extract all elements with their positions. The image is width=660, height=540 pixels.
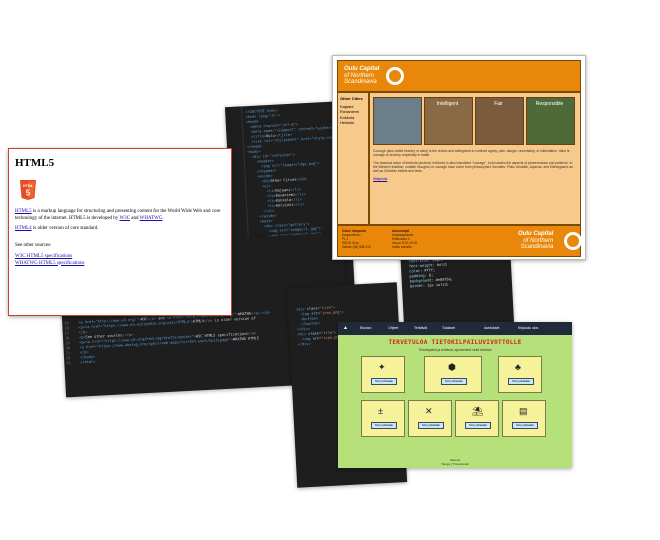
page-subtitle: Tietokilpailut ja tehtäviä, ajanvietteet… — [418, 348, 492, 352]
oulu-website: Oulu Capital of Northern Scandinavia Oth… — [332, 55, 586, 260]
line-number: 23 — [66, 361, 71, 366]
photo-caption: Intelligent — [436, 101, 459, 107]
html5-link[interactable]: HTML5 — [15, 209, 32, 214]
html5-logo-icon: HTML 5 — [20, 180, 36, 200]
site-footer: Oulun kaupunki Kaupunkisuu PL 1 90015 Ou… — [337, 225, 582, 257]
photo-cat — [373, 97, 422, 145]
task-tile[interactable]: ± Siirry tehtävään — [361, 400, 405, 437]
photo-caption: Fair — [494, 101, 503, 107]
svg-text:HTML: HTML — [23, 184, 34, 188]
go-to-task-button[interactable]: Siirry tehtävään — [441, 378, 467, 385]
intro-paragraph: HTML5 is a markup language for structuri… — [15, 209, 221, 221]
footer-logo-text: Oulu Capital of Northern Scandinavia — [518, 231, 554, 250]
photo-caption: Responsible — [535, 101, 564, 107]
site-footer: Hakuna Tietoja | Yhteystiedot — [441, 458, 469, 466]
html4-link[interactable]: HTML4 — [15, 226, 32, 231]
task-tile[interactable]: ✕ Siirry tehtävään — [408, 400, 452, 437]
quiz-website: ▲ Etusivu Ohjeet Tehtävät Tulokset Asetu… — [338, 322, 572, 468]
star-icon: ✦ — [378, 362, 386, 372]
page-title: HTML5 — [15, 157, 55, 169]
sidebar-item-helsinki[interactable]: Helsinki — [340, 120, 368, 126]
go-to-task-button[interactable]: Siirry tehtävään — [465, 422, 491, 429]
nav-item-results[interactable]: Tulokset — [442, 326, 455, 330]
whatwg-spec-link[interactable]: WHATWG HTML5 specifications — [15, 261, 84, 266]
go-to-task-button[interactable]: Siirry tehtävään — [371, 378, 397, 385]
nav-item-instructions[interactable]: Ohjeet — [388, 326, 398, 330]
go-to-task-button[interactable]: Siirry tehtävään — [512, 422, 538, 429]
multiply-icon: ✕ — [425, 406, 433, 416]
footer-hours: Aukioloajat Asiakaspalvelu Kirkkokatu 2 … — [392, 229, 418, 249]
main-content: Intelligent Fair Responsible Courage (al… — [369, 92, 581, 225]
task-tile[interactable]: ▤ Siirry tehtävään — [502, 400, 546, 437]
nav-item-settings[interactable]: Asetukset — [484, 326, 499, 330]
sidebar-heading: Other Cities — [340, 96, 363, 101]
book-icon: ▤ — [519, 406, 528, 416]
hippo-icon: ⬢ — [448, 362, 456, 372]
go-to-task-button[interactable]: Siirry tehtävään — [418, 422, 444, 429]
bell-icon: ♣ — [515, 362, 521, 372]
task-tile[interactable]: ✦ Siirry tehtävään — [361, 356, 405, 393]
task-tile[interactable]: ♣ Siirry tehtävään — [498, 356, 542, 393]
wikipedia-link[interactable]: Wikipedia — [373, 177, 577, 181]
code-text: <a href="http://www.w3.org/">W3C</a> and… — [78, 311, 273, 366]
go-to-task-button[interactable]: Siirry tehtävään — [371, 422, 397, 429]
site-logo-text: Oulu Capital of Northern Scandinavia — [344, 66, 380, 85]
footer-logo-icon — [564, 232, 582, 250]
nav-item-home[interactable]: Etusivu — [360, 326, 371, 330]
go-to-task-button[interactable]: Siirry tehtävään — [508, 378, 534, 385]
nav-bar: ▲ Etusivu Ohjeet Tehtävät Tulokset Asetu… — [338, 322, 572, 335]
sources-heading: See other sources: — [15, 242, 52, 248]
plus-minus-icon: ± — [378, 406, 383, 416]
article-text: Courage (also called bravery or valor) i… — [373, 149, 577, 182]
umbrella-icon: ⛱ — [472, 406, 484, 416]
site-header: Oulu Capital of Northern Scandinavia — [337, 60, 581, 92]
oulu-logo-icon — [386, 67, 404, 85]
task-tile[interactable]: ⬢ Siirry tehtävään — [424, 356, 482, 393]
nav-item-logout[interactable]: Kirjaudu ulos — [518, 326, 538, 330]
page-title: TERVETULOA TIETOKILPAILUVIVOTTOLLE — [388, 339, 522, 346]
w3c-link[interactable]: W3C — [119, 216, 130, 221]
w3c-spec-link[interactable]: W3C HTML5 specifications — [15, 254, 72, 259]
nav-item-tasks[interactable]: Tehtävät — [414, 326, 427, 330]
nav-logo-icon: ▲ — [343, 325, 348, 331]
sidebar: Other Cities Kajaani Rovaniemi Kokkola H… — [337, 92, 369, 225]
html5-document-page: HTML5 HTML 5 HTML5 is a markup language … — [8, 148, 232, 316]
html4-paragraph: HTML4 is older version of core standard. — [15, 226, 99, 231]
task-tile[interactable]: ⛱ Siirry tehtävään — [455, 400, 499, 437]
svg-text:5: 5 — [26, 189, 31, 198]
footer-contact: Oulun kaupunki Kaupunkisuu PL 1 90015 Ou… — [342, 229, 371, 249]
line-numbers: 15 16 17 18 19 20 21 22 23 — [64, 321, 71, 366]
whatwg-link[interactable]: WHATWG — [140, 216, 163, 221]
